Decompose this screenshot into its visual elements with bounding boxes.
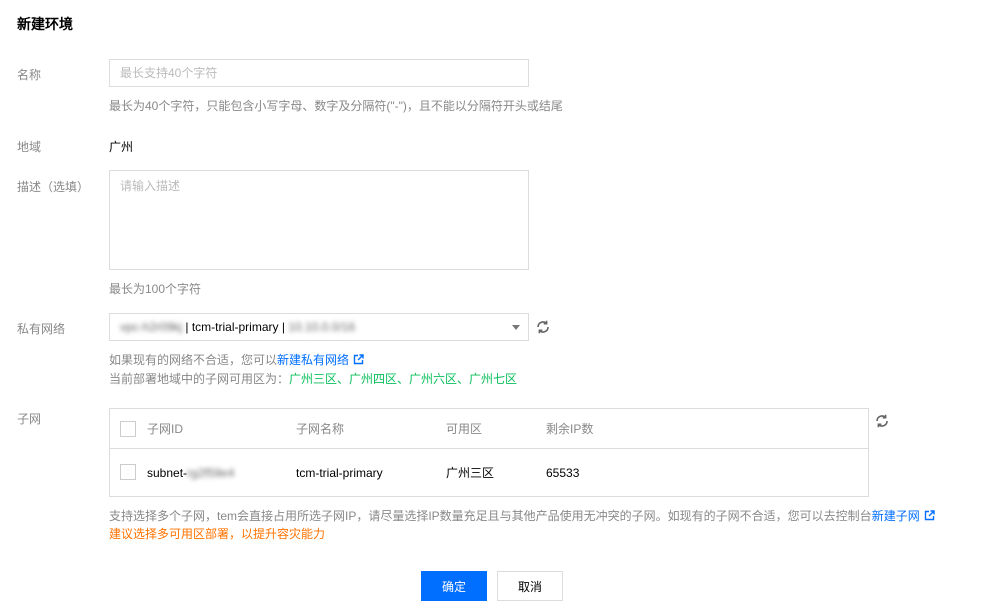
vpc-zones-hint: 当前部署地域中的子网可用区为：广州三区、广州四区、广州六区、广州七区 [109,370,517,387]
refresh-icon[interactable] [874,413,890,429]
vpc-separator: | [278,320,289,334]
name-hint: 最长为40个字符，只能包含小写字母、数字及分隔符("-")，且不能以分隔符开头或… [109,99,563,113]
vpc-name: tcm-trial-primary [191,320,279,334]
vpc-separator: | [182,320,192,334]
subnet-hint-text: 支持选择多个子网，tem会直接占用所选子网IP，请尽量选择IP数量充足且与其他产… [109,509,872,523]
vpc-zones-list: 广州三区、广州四区、广州六区、广州七区 [289,372,518,386]
external-link-icon[interactable] [353,354,364,368]
subnet-id-prefix: subnet- [147,465,188,480]
description-label: 描述（选填） [17,180,90,194]
subnet-id-suffix: rg2f59e4 [187,465,235,480]
confirm-button[interactable]: 确定 [421,571,487,601]
create-vpc-link[interactable]: 新建私有网络 [277,353,349,367]
select-all-checkbox[interactable] [120,421,136,437]
subnet-id-cell: subnet-rg2f59e4 [147,449,234,496]
vpc-label: 私有网络 [17,322,66,336]
subnet-warning: 建议选择多可用区部署，以提升容灾能力 [109,527,326,541]
vpc-cidr: 10.10.0.0/16 [288,320,356,334]
column-header-subnet-name: 子网名称 [296,422,345,436]
create-subnet-link[interactable]: 新建子网 [872,509,920,523]
row-checkbox[interactable] [120,464,136,480]
subnet-label: 子网 [17,412,42,426]
description-textarea[interactable] [109,170,529,270]
column-header-zone: 可用区 [446,422,483,436]
region-value: 广州 [109,140,134,154]
vpc-zones-prefix: 当前部署地域中的子网可用区为： [109,372,290,386]
subnet-ips-cell: 65533 [546,465,580,480]
description-hint: 最长为100个字符 [109,282,202,296]
page-title: 新建环境 [17,16,73,32]
external-link-icon[interactable] [924,510,935,524]
table-row[interactable]: subnet-rg2f59e4 tcm-trial-primary 广州三区 6… [110,449,868,496]
column-header-subnet-id: 子网ID [147,422,184,436]
vpc-id: vpc-h2r09kj [120,320,183,334]
column-header-remaining-ips: 剩余IP数 [546,422,594,436]
vpc-select[interactable]: vpc-h2r09kj | tcm-trial-primary | 10.10.… [109,313,529,341]
refresh-icon[interactable] [535,319,551,335]
subnet-hint: 支持选择多个子网，tem会直接占用所选子网IP，请尽量选择IP数量充足且与其他产… [109,507,949,524]
vpc-hint: 如果现有的网络不合适，您可以新建私有网络 [109,351,364,368]
subnet-table: 子网ID 子网名称 可用区 剩余IP数 subnet-rg2f59e4 tcm-… [109,408,869,497]
chevron-down-icon [512,325,520,330]
subnet-zone-cell: 广州三区 [446,466,495,480]
vpc-hint-text: 如果现有的网络不合适，您可以 [109,353,278,367]
region-label: 地域 [17,140,42,154]
name-input[interactable] [109,59,529,87]
cancel-button[interactable]: 取消 [497,571,563,601]
subnet-name-cell: tcm-trial-primary [296,465,383,480]
name-label: 名称 [17,68,42,82]
table-header: 子网ID 子网名称 可用区 剩余IP数 [110,409,868,449]
